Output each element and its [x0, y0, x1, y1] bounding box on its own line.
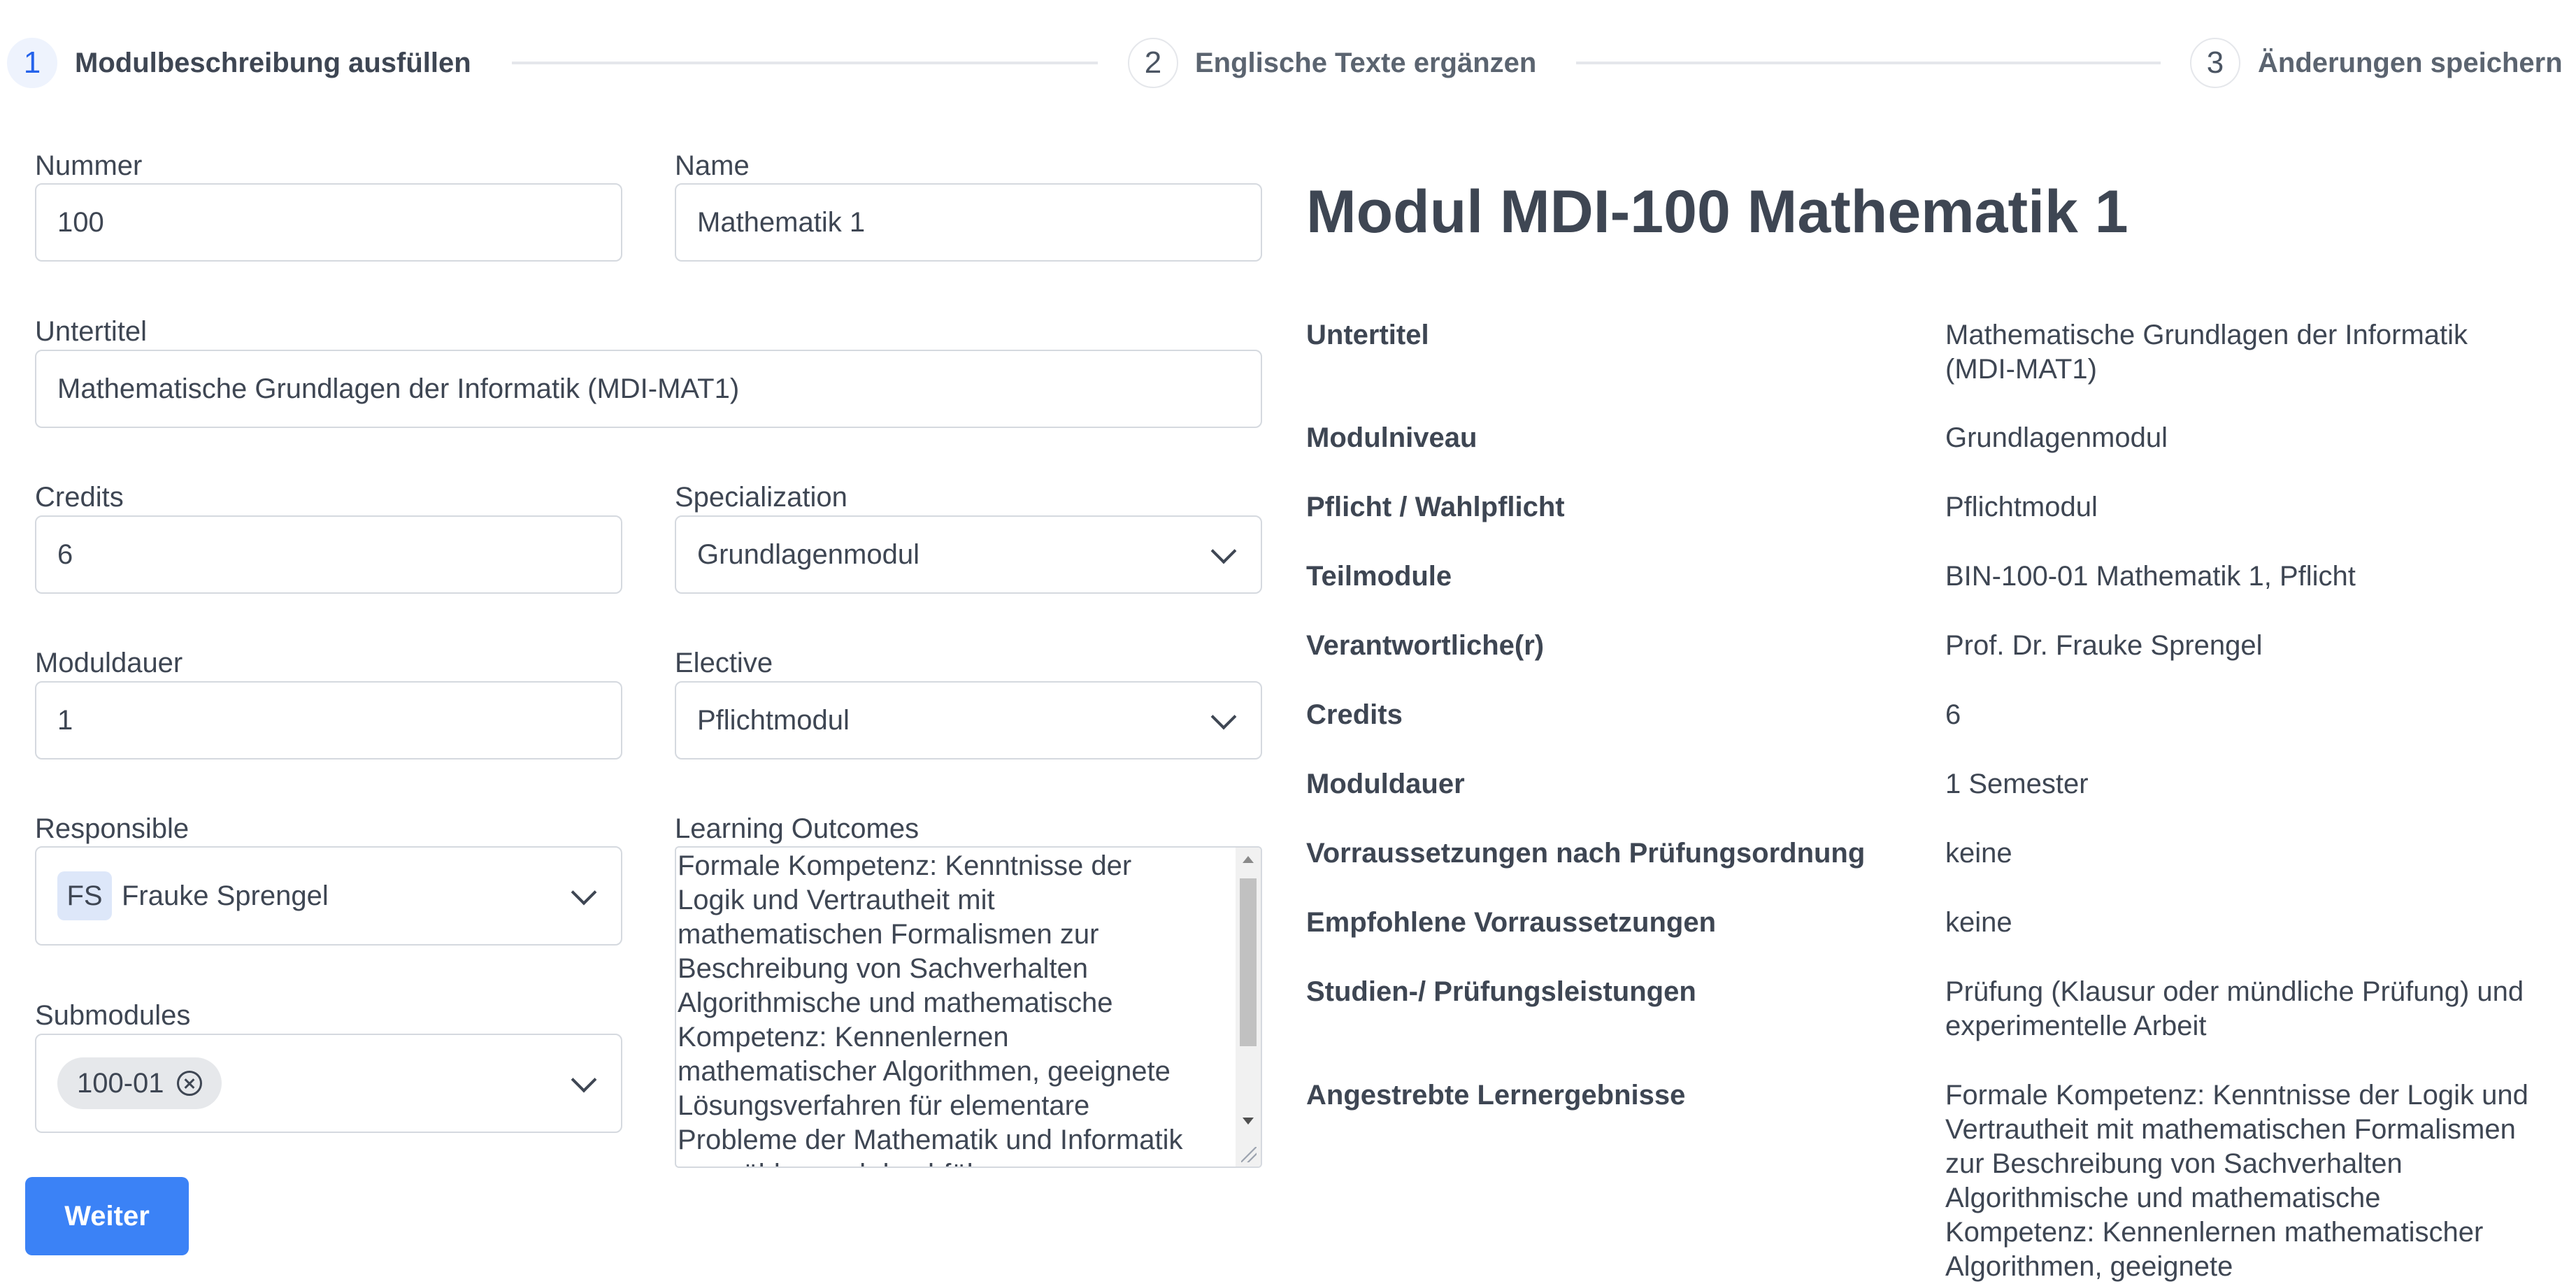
nummer-label: Nummer [35, 150, 143, 181]
preview-value-modulniveau: Grundlagenmodul [1945, 422, 2168, 453]
preview-key-lernergebnisse: Angestrebte Lernergebnisse [1306, 1080, 1686, 1111]
elective-select[interactable]: Pflichtmodul [675, 681, 1262, 759]
preview-key-teilmodule: Teilmodule [1306, 561, 1452, 592]
specialization-value: Grundlagenmodul [697, 538, 920, 570]
chevron-down-icon [571, 1067, 597, 1093]
resize-handle-icon[interactable] [1241, 1147, 1257, 1162]
name-input[interactable]: Mathematik 1 [675, 183, 1262, 262]
learning-outcomes-text: Formale Kompetenz: Kenntnisse der Logik … [678, 850, 1183, 1167]
credits-label: Credits [35, 482, 124, 513]
step-connector [512, 62, 1098, 64]
step-1-number[interactable]: 1 [7, 38, 57, 88]
preview-key-modulniveau: Modulniveau [1306, 422, 1477, 453]
step-2-label[interactable]: Englische Texte ergänzen [1195, 38, 1536, 88]
step-3-number[interactable]: 3 [2190, 38, 2240, 88]
preview-key-pflicht: Pflicht / Wahlpflicht [1306, 492, 1565, 522]
preview-key-empfohlene-vorraussetzungen: Empfohlene Vorraussetzungen [1306, 907, 1717, 938]
step-3-label[interactable]: Änderungen speichern [2258, 38, 2563, 88]
responsible-value: Frauke Sprengel [122, 880, 329, 911]
preview-key-untertitel: Untertitel [1306, 320, 1429, 350]
preview-value-teilmodule: BIN-100-01 Mathematik 1, Pflicht [1945, 561, 2356, 592]
credits-input[interactable]: 6 [35, 515, 622, 594]
elective-value: Pflichtmodul [697, 704, 850, 736]
step-2-number[interactable]: 2 [1128, 38, 1178, 88]
moduldauer-label: Moduldauer [35, 648, 183, 678]
avatar: FS [57, 871, 112, 920]
step-1-label[interactable]: Modulbeschreibung ausfüllen [75, 38, 471, 88]
untertitel-value: Mathematische Grundlagen der Informatik … [57, 373, 740, 404]
name-value: Mathematik 1 [697, 206, 866, 238]
learning-outcomes-label: Learning Outcomes [675, 813, 920, 844]
page-title: Modul MDI-100 Mathematik 1 [1306, 178, 2128, 245]
moduldauer-input[interactable]: 1 [35, 681, 622, 759]
submodule-tag: 100-01 [57, 1057, 222, 1109]
preview-value-lernergebnisse: Formale Kompetenz: Kenntnisse der Logik … [1945, 1080, 2528, 1282]
credits-value: 6 [57, 538, 73, 570]
chevron-down-icon [1210, 538, 1237, 564]
submodules-label: Submodules [35, 1000, 191, 1031]
scroll-up-icon[interactable] [1243, 856, 1254, 863]
chevron-down-icon [571, 879, 597, 906]
chevron-down-icon [1210, 704, 1237, 730]
remove-tag-icon[interactable] [176, 1071, 202, 1096]
specialization-select[interactable]: Grundlagenmodul [675, 515, 1262, 594]
preview-value-untertitel: Mathematische Grundlagen der Informatik … [1945, 320, 2468, 385]
specialization-label: Specialization [675, 482, 847, 513]
name-label: Name [675, 150, 750, 181]
preview-value-moduldauer: 1 Semester [1945, 769, 2089, 799]
next-button[interactable]: Weiter [25, 1177, 189, 1255]
preview-key-vorraussetzungen-po: Vorraussetzungen nach Prüfungsordnung [1306, 838, 1866, 869]
preview-key-pruefungsleistungen: Studien-/ Prüfungsleistungen [1306, 976, 1696, 1007]
preview-value-vorraussetzungen-po: keine [1945, 838, 2012, 869]
preview-value-empfohlene-vorraussetzungen: keine [1945, 907, 2012, 938]
preview-key-verantwortlich: Verantwortliche(r) [1306, 630, 1545, 661]
nummer-value: 100 [57, 206, 104, 238]
step-connector [1576, 62, 2161, 64]
textarea-scrollbar[interactable] [1236, 848, 1261, 1167]
untertitel-input[interactable]: Mathematische Grundlagen der Informatik … [35, 350, 1262, 428]
scroll-down-icon[interactable] [1243, 1118, 1254, 1125]
elective-label: Elective [675, 648, 773, 678]
moduldauer-value: 1 [57, 704, 73, 736]
submodule-tag-label: 100-01 [77, 1067, 164, 1099]
preview-value-verantwortlich: Prof. Dr. Frauke Sprengel [1945, 630, 2263, 661]
preview-value-pflicht: Pflichtmodul [1945, 492, 2098, 522]
responsible-label: Responsible [35, 813, 189, 844]
responsible-select[interactable]: FS Frauke Sprengel [35, 846, 622, 946]
untertitel-label: Untertitel [35, 316, 148, 347]
preview-key-moduldauer: Moduldauer [1306, 769, 1465, 799]
learning-outcomes-textarea[interactable]: Formale Kompetenz: Kenntnisse der Logik … [675, 846, 1262, 1168]
preview-key-credits: Credits [1306, 699, 1403, 730]
submodules-select[interactable]: 100-01 [35, 1034, 622, 1133]
preview-value-credits: 6 [1945, 699, 1961, 730]
preview-value-pruefungsleistungen: Prüfung (Klausur oder mündliche Prüfung)… [1945, 976, 2524, 1041]
nummer-input[interactable]: 100 [35, 183, 622, 262]
scroll-thumb[interactable] [1240, 878, 1257, 1046]
